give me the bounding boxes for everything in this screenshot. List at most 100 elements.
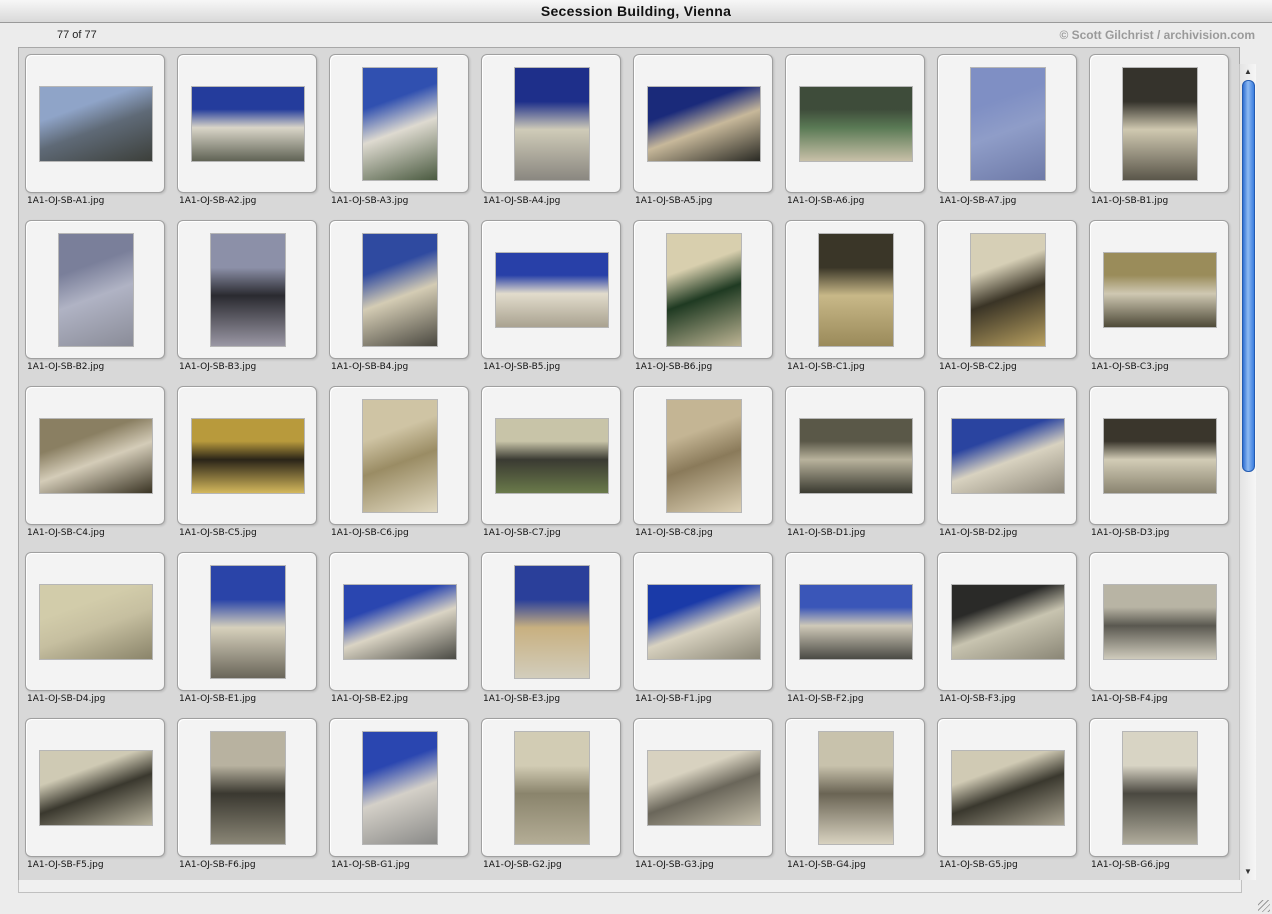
- thumbnail-item[interactable]: 1A1-OJ-SB-F1.jpg: [633, 552, 773, 718]
- scrollbar-thumb[interactable]: [1242, 80, 1255, 472]
- thumbnail-photo[interactable]: [952, 751, 1064, 825]
- slide-frame[interactable]: [481, 552, 621, 691]
- thumbnail-photo[interactable]: [211, 732, 285, 844]
- thumbnail-photo[interactable]: [363, 68, 437, 180]
- slide-frame[interactable]: [481, 54, 621, 193]
- slide-frame[interactable]: [785, 54, 925, 193]
- slide-frame[interactable]: [481, 386, 621, 525]
- thumbnail-item[interactable]: 1A1-OJ-SB-G4.jpg: [785, 718, 925, 881]
- thumbnail-photo[interactable]: [800, 585, 912, 659]
- slide-frame[interactable]: [329, 718, 469, 857]
- thumbnail-photo[interactable]: [667, 234, 741, 346]
- slide-frame[interactable]: [1089, 718, 1229, 857]
- thumbnail-item[interactable]: 1A1-OJ-SB-B4.jpg: [329, 220, 469, 386]
- thumbnail-photo[interactable]: [1104, 585, 1216, 659]
- slide-frame[interactable]: [785, 386, 925, 525]
- vertical-scrollbar[interactable]: ▲ ▼: [1239, 64, 1256, 880]
- slide-frame[interactable]: [329, 552, 469, 691]
- thumbnail-item[interactable]: 1A1-OJ-SB-C5.jpg: [177, 386, 317, 552]
- thumbnail-item[interactable]: 1A1-OJ-SB-C2.jpg: [937, 220, 1077, 386]
- thumbnail-photo[interactable]: [819, 234, 893, 346]
- thumbnail-photo[interactable]: [800, 87, 912, 161]
- thumbnail-item[interactable]: 1A1-OJ-SB-C7.jpg: [481, 386, 621, 552]
- thumbnail-item[interactable]: 1A1-OJ-SB-D3.jpg: [1089, 386, 1229, 552]
- thumbnail-item[interactable]: 1A1-OJ-SB-A2.jpg: [177, 54, 317, 220]
- thumbnail-photo[interactable]: [819, 732, 893, 844]
- slide-frame[interactable]: [937, 220, 1077, 359]
- thumbnail-item[interactable]: 1A1-OJ-SB-G2.jpg: [481, 718, 621, 881]
- slide-frame[interactable]: [937, 552, 1077, 691]
- thumbnail-photo[interactable]: [1104, 419, 1216, 493]
- thumbnail-photo[interactable]: [971, 234, 1045, 346]
- thumbnail-item[interactable]: 1A1-OJ-SB-F5.jpg: [25, 718, 165, 881]
- thumbnail-item[interactable]: 1A1-OJ-SB-G3.jpg: [633, 718, 773, 881]
- thumbnail-photo[interactable]: [800, 419, 912, 493]
- thumbnail-item[interactable]: 1A1-OJ-SB-F4.jpg: [1089, 552, 1229, 718]
- thumbnail-photo[interactable]: [40, 751, 152, 825]
- thumbnail-photo[interactable]: [363, 234, 437, 346]
- thumbnail-photo[interactable]: [648, 585, 760, 659]
- thumbnail-item[interactable]: 1A1-OJ-SB-F6.jpg: [177, 718, 317, 881]
- slide-frame[interactable]: [785, 718, 925, 857]
- thumbnail-photo[interactable]: [344, 585, 456, 659]
- thumbnail-item[interactable]: 1A1-OJ-SB-G5.jpg: [937, 718, 1077, 881]
- slide-frame[interactable]: [177, 220, 317, 359]
- thumbnail-photo[interactable]: [363, 400, 437, 512]
- slide-frame[interactable]: [25, 552, 165, 691]
- slide-frame[interactable]: [633, 718, 773, 857]
- thumbnail-item[interactable]: 1A1-OJ-SB-A4.jpg: [481, 54, 621, 220]
- slide-frame[interactable]: [633, 386, 773, 525]
- thumbnail-item[interactable]: 1A1-OJ-SB-E1.jpg: [177, 552, 317, 718]
- slide-frame[interactable]: [25, 718, 165, 857]
- slide-frame[interactable]: [633, 552, 773, 691]
- slide-frame[interactable]: [177, 552, 317, 691]
- slide-frame[interactable]: [329, 54, 469, 193]
- slide-frame[interactable]: [177, 718, 317, 857]
- thumbnail-photo[interactable]: [363, 732, 437, 844]
- slide-frame[interactable]: [25, 386, 165, 525]
- slide-frame[interactable]: [785, 220, 925, 359]
- slide-frame[interactable]: [1089, 54, 1229, 193]
- thumbnail-photo[interactable]: [515, 68, 589, 180]
- thumbnail-item[interactable]: 1A1-OJ-SB-C3.jpg: [1089, 220, 1229, 386]
- thumbnail-photo[interactable]: [40, 585, 152, 659]
- thumbnail-item[interactable]: 1A1-OJ-SB-B1.jpg: [1089, 54, 1229, 220]
- slide-frame[interactable]: [937, 718, 1077, 857]
- thumbnail-item[interactable]: 1A1-OJ-SB-C8.jpg: [633, 386, 773, 552]
- thumbnail-photo[interactable]: [1123, 68, 1197, 180]
- slide-frame[interactable]: [25, 54, 165, 193]
- thumbnail-item[interactable]: 1A1-OJ-SB-B2.jpg: [25, 220, 165, 386]
- thumbnail-item[interactable]: 1A1-OJ-SB-D2.jpg: [937, 386, 1077, 552]
- thumbnail-photo[interactable]: [515, 566, 589, 678]
- slide-frame[interactable]: [1089, 386, 1229, 525]
- slide-frame[interactable]: [937, 54, 1077, 193]
- thumbnail-photo[interactable]: [648, 87, 760, 161]
- slide-frame[interactable]: [329, 386, 469, 525]
- thumbnail-photo[interactable]: [667, 400, 741, 512]
- thumbnail-photo[interactable]: [59, 234, 133, 346]
- thumbnail-photo[interactable]: [648, 751, 760, 825]
- thumbnail-item[interactable]: 1A1-OJ-SB-D4.jpg: [25, 552, 165, 718]
- thumbnail-item[interactable]: 1A1-OJ-SB-E3.jpg: [481, 552, 621, 718]
- thumbnail-item[interactable]: 1A1-OJ-SB-F3.jpg: [937, 552, 1077, 718]
- thumbnail-photo[interactable]: [40, 87, 152, 161]
- slide-frame[interactable]: [1089, 552, 1229, 691]
- thumbnail-item[interactable]: 1A1-OJ-SB-B5.jpg: [481, 220, 621, 386]
- thumbnail-photo[interactable]: [496, 253, 608, 327]
- thumbnail-item[interactable]: 1A1-OJ-SB-C4.jpg: [25, 386, 165, 552]
- slide-frame[interactable]: [177, 54, 317, 193]
- thumbnail-item[interactable]: 1A1-OJ-SB-B3.jpg: [177, 220, 317, 386]
- thumbnail-photo[interactable]: [211, 566, 285, 678]
- slide-frame[interactable]: [481, 220, 621, 359]
- thumbnail-item[interactable]: 1A1-OJ-SB-G1.jpg: [329, 718, 469, 881]
- slide-frame[interactable]: [937, 386, 1077, 525]
- thumbnail-item[interactable]: 1A1-OJ-SB-B6.jpg: [633, 220, 773, 386]
- thumbnail-item[interactable]: 1A1-OJ-SB-C1.jpg: [785, 220, 925, 386]
- thumbnail-item[interactable]: 1A1-OJ-SB-A3.jpg: [329, 54, 469, 220]
- thumbnail-photo[interactable]: [952, 585, 1064, 659]
- scroll-up-arrow-icon[interactable]: ▲: [1240, 66, 1256, 78]
- horizontal-scrollbar[interactable]: [18, 880, 1242, 893]
- scroll-down-arrow-icon[interactable]: ▼: [1240, 866, 1256, 878]
- slide-frame[interactable]: [785, 552, 925, 691]
- slide-frame[interactable]: [1089, 220, 1229, 359]
